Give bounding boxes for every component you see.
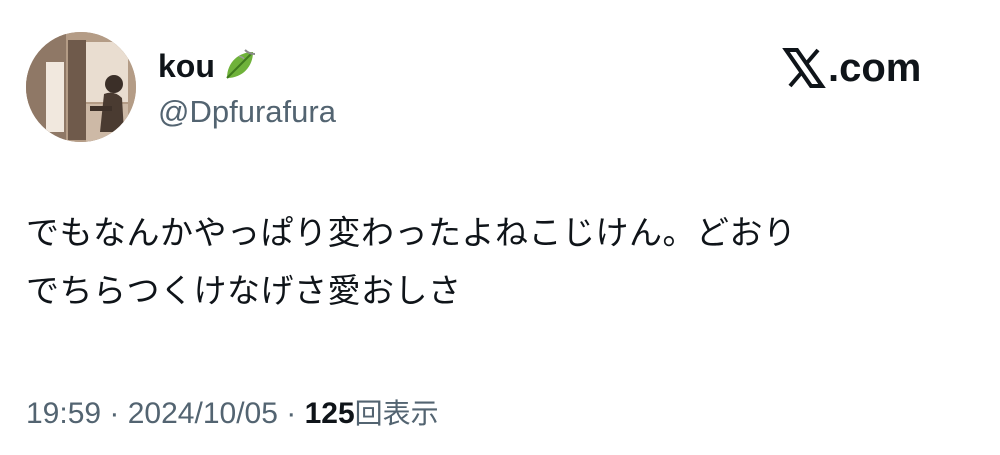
tweet-meta: 19:59 · 2024/10/05 · 125回表示: [26, 392, 439, 436]
tweet-time[interactable]: 19:59: [26, 397, 101, 430]
tweet-text-line: でもなんかやっぱり変わったよねこじけん。どおり: [26, 213, 797, 252]
tweet-date[interactable]: 2024/10/05: [128, 397, 278, 430]
meta-separator: ·: [277, 397, 305, 430]
tweet-text: でもなんかやっぱり変わったよねこじけん。どおり でちらつくけなげさ愛おしさ: [26, 204, 976, 320]
x-logo-icon: [782, 46, 826, 90]
tweet-text-line: でちらつくけなげさ愛おしさ: [26, 271, 462, 310]
display-name[interactable]: kou: [158, 44, 215, 88]
avatar[interactable]: [26, 32, 136, 142]
views-label: 回表示: [354, 397, 439, 430]
views-count: 125: [304, 397, 355, 430]
tweet-card: kou @Dpfurafura .com でもなんかやっぱり変わったよねこじけん…: [0, 0, 1000, 455]
author-row: kou: [158, 44, 257, 88]
leaf-icon: [221, 48, 257, 84]
meta-separator: ·: [101, 397, 128, 430]
user-handle[interactable]: @Dpfurafura: [158, 90, 336, 134]
site-domain: .com: [828, 46, 922, 90]
avatar-image: [26, 32, 136, 142]
site-brand: .com: [782, 44, 921, 92]
